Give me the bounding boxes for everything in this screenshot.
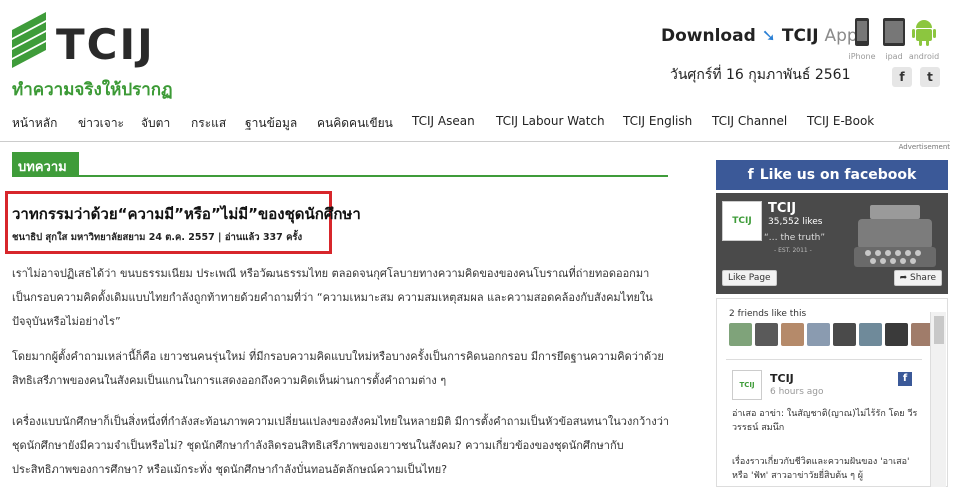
friend-avatar[interactable] [807, 323, 830, 346]
page-avatar[interactable]: TCIJ [722, 201, 762, 241]
friend-avatar[interactable] [885, 323, 908, 346]
nav-item-channel[interactable]: TCIJ Channel [712, 114, 787, 128]
nav-item-watch[interactable]: จับตา [141, 114, 170, 133]
android-app-link[interactable]: android [908, 18, 940, 61]
article-paragraph: เราไม่อาจปฏิเสธได้ว่า ขนบธรรมเนียม ประเพ… [12, 267, 653, 328]
nav-item-labour-watch[interactable]: TCIJ Labour Watch [496, 114, 605, 128]
typewriter-icon [854, 205, 936, 267]
tcij-logo[interactable]: TCIJ ทำความจริงให้ปรากฏ [12, 6, 202, 102]
logo-stripes-icon [12, 12, 46, 68]
article-title: วาทกรรมว่าด้วย“ความมี”หรือ”ไม่มี”ของชุดน… [12, 205, 361, 223]
download-brand: TCIJ [781, 26, 819, 46]
scrollbar-thumb[interactable] [934, 316, 944, 344]
article-paragraph: โดยมากผู้ตั้งคำถามเหล่านี้ก็คือ เยาวชนคน… [12, 350, 664, 387]
like-us-facebook-banner[interactable]: f Like us on facebook [716, 160, 948, 190]
download-apps[interactable]: Download ➘ TCIJ Apps [661, 26, 867, 46]
post-avatar[interactable]: TCIJ [732, 370, 762, 400]
article-meta: ชนาธิป สุกใส มหาวิทยาลัยสยาม 24 ต.ค. 255… [12, 232, 303, 243]
iphone-icon [855, 18, 869, 46]
post-divider [726, 359, 922, 360]
twitter-link-icon[interactable]: t [920, 67, 940, 87]
like-page-label: Like Page [728, 273, 771, 283]
nav-item-asean[interactable]: TCIJ Asean [412, 114, 475, 128]
friend-avatar[interactable] [729, 323, 752, 346]
friend-avatar[interactable] [859, 323, 882, 346]
android-label: android [908, 52, 940, 61]
friends-like-text: 2 friends like this [729, 309, 807, 319]
advertisement-label: Advertisement [898, 143, 950, 151]
page-est: - EST. 2011 - [774, 247, 812, 254]
ipad-app-link[interactable]: ipad [878, 18, 910, 61]
share-label: Share [910, 273, 936, 283]
ipad-label: ipad [885, 52, 903, 61]
nav-item-english[interactable]: TCIJ English [623, 114, 692, 128]
friend-avatar[interactable] [833, 323, 856, 346]
current-date: วันศุกร์ที่ 16 กุมภาพันธ์ 2561 [670, 67, 851, 83]
nav-item-ebook[interactable]: TCIJ E-Book [807, 114, 874, 128]
friend-avatar[interactable] [781, 323, 804, 346]
share-button[interactable]: ➦ Share [893, 270, 942, 286]
download-arrow-icon: ➘ [761, 26, 776, 46]
nav-item-writers[interactable]: คนคิดคนเขียน [317, 114, 393, 133]
like-banner-label: Like us on facebook [759, 167, 917, 183]
nav-item-investigative[interactable]: ข่าวเจาะ [78, 114, 124, 133]
nav-item-database[interactable]: ฐานข้อมูล [245, 114, 297, 133]
post-text[interactable]: อ่าเสอ อาข่า: ในสัญชาติ(ญาณ)ไม่ไร้รัก โด… [732, 407, 922, 435]
post-timestamp[interactable]: 6 hours ago [770, 387, 824, 397]
page-name[interactable]: TCIJ [768, 201, 796, 216]
like-page-button[interactable]: Like Page [722, 270, 777, 286]
friend-avatar[interactable] [755, 323, 778, 346]
nav-item-trend[interactable]: กระแส [191, 114, 226, 133]
share-arrow-icon: ➦ [899, 273, 908, 283]
logo-tagline: ทำความจริงให้ปรากฏ [12, 80, 173, 100]
article-paragraph: เครื่องแบบนักศึกษาก็เป็นสิ่งหนึ่งที่กำลั… [12, 415, 670, 476]
section-tab[interactable]: บทความ [12, 152, 79, 176]
facebook-icon: f [898, 372, 912, 386]
section-divider [12, 175, 668, 177]
iphone-app-link[interactable]: iPhone [846, 18, 878, 61]
post-text-body: เรื่องราวเกี่ยวกับชีวิตและความฝันของ 'อา… [732, 457, 910, 481]
download-label: Download [661, 26, 756, 46]
logo-text: TCIJ [56, 20, 155, 69]
main-nav: หน้าหลัก ข่าวเจาะ จับตา กระแส ฐานข้อมูล … [0, 102, 950, 142]
page-quote: “… the truth” [764, 233, 825, 243]
facebook-page-cover: TCIJ TCIJ 35,552 likes “… the truth” - E… [716, 193, 948, 294]
facebook-f-icon: f [747, 167, 754, 183]
facebook-link-icon[interactable]: f [892, 67, 912, 87]
post-author[interactable]: TCIJ [770, 372, 794, 385]
ipad-icon [883, 18, 905, 46]
page-likes: 35,552 likes [768, 217, 823, 227]
iphone-label: iPhone [848, 52, 876, 61]
nav-item-home[interactable]: หน้าหลัก [12, 114, 57, 133]
feed-scrollbar[interactable] [930, 312, 946, 487]
android-icon [912, 20, 936, 46]
